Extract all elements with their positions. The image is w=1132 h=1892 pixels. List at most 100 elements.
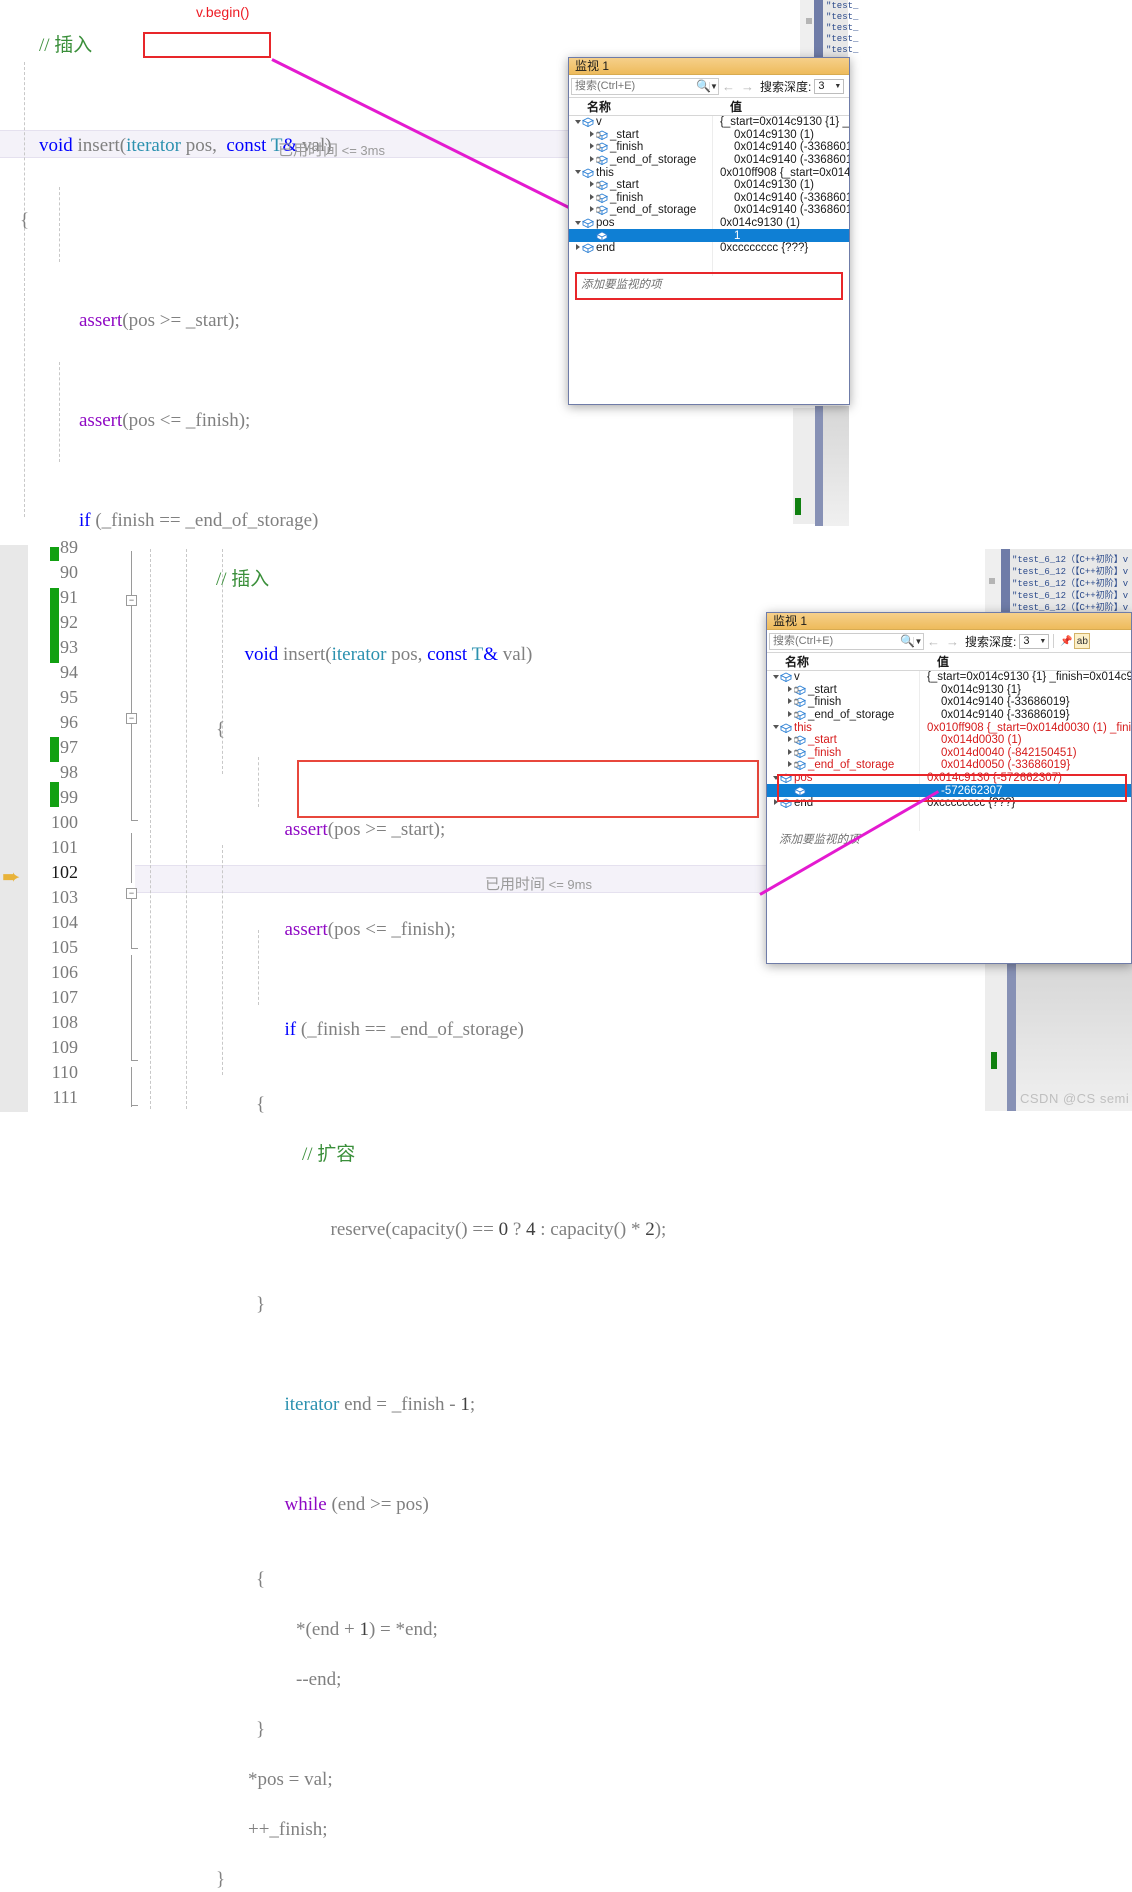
watch-row[interactable]: _start 0x014c9130 (1) bbox=[569, 179, 849, 192]
chevron-right-icon[interactable] bbox=[587, 130, 596, 139]
watch-row-value[interactable]: 0x010ff908 {_start=0x014c9130 bbox=[716, 167, 849, 179]
search-depth-select[interactable]: 3 ▼ bbox=[814, 78, 845, 94]
watch-row-value[interactable]: 0x014c9130 (1) bbox=[716, 217, 849, 229]
watch-search-box[interactable]: 🔍 ▼ bbox=[571, 77, 719, 95]
watch-row[interactable]: this 0x010ff908 {_start=0x014c9130 bbox=[569, 166, 849, 179]
chevron-right-icon[interactable] bbox=[785, 685, 794, 694]
chevron-down-icon[interactable] bbox=[573, 169, 582, 176]
watch-row-value[interactable]: 1 bbox=[730, 230, 849, 242]
watch-row-label: _start bbox=[610, 179, 639, 192]
watch-row[interactable]: _end_of_storage 0x014c9140 (-33686019) bbox=[569, 154, 849, 167]
struct-cube-icon bbox=[780, 672, 792, 683]
line-number: 95 bbox=[60, 687, 78, 707]
struct-lock-cube-icon bbox=[794, 710, 806, 721]
watch-row-value[interactable]: 0x014d0040 (-842150451) bbox=[937, 747, 1131, 759]
fold-toggle[interactable]: − bbox=[126, 888, 137, 899]
chevron-right-icon[interactable] bbox=[587, 206, 596, 214]
watch-row[interactable]: _start 0x014d0030 (1) bbox=[767, 734, 1131, 747]
search-depth-select[interactable]: 3 ▼ bbox=[1019, 633, 1050, 649]
watch-row[interactable]: _start 0x014c9130 (1) bbox=[569, 129, 849, 142]
arrow-left-icon[interactable]: ← bbox=[924, 634, 943, 649]
vertical-scrollbar-thumb[interactable] bbox=[1007, 961, 1016, 1111]
chevron-right-icon[interactable] bbox=[785, 711, 794, 719]
watch-rows-container[interactable]: v {_start=0x014c9130 {1} _finish=0x014c91… bbox=[767, 671, 1131, 831]
watch-window-bottom[interactable]: 监视 1 🔍 ▼ ← → 搜索深度: 3 ▼ 📌 ab 名称 值 v {_star… bbox=[766, 612, 1132, 964]
struct-lock-cube-icon bbox=[596, 180, 608, 191]
add-watch-row[interactable]: 添加要监视的项 bbox=[767, 831, 1131, 847]
chevron-down-icon[interactable]: ▼ bbox=[913, 636, 923, 646]
chevron-right-icon[interactable] bbox=[785, 748, 794, 757]
watch-row[interactable]: _finish 0x014c9140 (-33686019) bbox=[569, 141, 849, 154]
search-input[interactable] bbox=[770, 633, 900, 649]
watch-row-name-cell: this bbox=[569, 167, 716, 179]
watch-row-name-cell: _finish bbox=[767, 696, 937, 708]
watch-row-value[interactable]: 0x014c9130 (1) bbox=[730, 179, 849, 191]
watch-window-top[interactable]: 监视 1 🔍 ▼ ← → 搜索深度: 3 ▼ 名称 值 v {_start=0x0… bbox=[568, 57, 850, 405]
fold-toggle[interactable]: − bbox=[126, 713, 137, 724]
chevron-right-icon[interactable] bbox=[573, 244, 582, 252]
watch-row-value[interactable]: 0x014c9130 (1) bbox=[730, 129, 849, 141]
watch-rows-container[interactable]: v {_start=0x014c9130 {1} _finish=0 _start 0… bbox=[569, 116, 849, 276]
watch-row[interactable]: _end_of_storage 0x014c9140 (-33686019) bbox=[569, 204, 849, 217]
watch-row[interactable]: _end_of_storage 0x014c9140 {-33686019} bbox=[767, 709, 1131, 722]
watch-row-value[interactable]: 0x014d0050 (-33686019} bbox=[937, 759, 1131, 771]
watch-row-value[interactable]: {_start=0x014c9130 {1} _finish=0 bbox=[716, 116, 849, 128]
watch-row[interactable]: pos 0x014c9130 (1) bbox=[569, 217, 849, 230]
search-icon[interactable]: 🔍 bbox=[900, 634, 915, 648]
watch-row-value[interactable]: 0x014c9140 {-33686019} bbox=[937, 709, 1131, 721]
watch-row[interactable]: _finish 0x014d0040 (-842150451) bbox=[767, 747, 1131, 760]
struct-cube-icon bbox=[780, 723, 792, 733]
code-line: // 扩容 bbox=[302, 1144, 356, 1165]
chevron-down-icon[interactable]: ▼ bbox=[1039, 638, 1048, 645]
watch-row[interactable]: _start 0x014c9130 {1} bbox=[767, 684, 1131, 697]
chevron-right-icon[interactable] bbox=[587, 156, 596, 164]
watch-row-value[interactable]: 0x014c9140 (-33686019) bbox=[730, 154, 849, 166]
chevron-right-icon[interactable] bbox=[587, 181, 596, 189]
fold-toggle[interactable]: − bbox=[126, 595, 137, 606]
arrow-right-icon[interactable]: → bbox=[943, 634, 962, 649]
arrow-left-icon[interactable]: ← bbox=[719, 79, 738, 94]
watch-row-value[interactable]: 0x010ff908 {_start=0x014d0030 (1) _finis… bbox=[923, 722, 1131, 734]
watch-toolbar[interactable]: 🔍 ▼ ← → 搜索深度: 3 ▼ bbox=[569, 75, 849, 98]
chevron-down-icon[interactable] bbox=[771, 674, 780, 681]
watch-row[interactable]: this 0x010ff908 {_start=0x014d0030 (1) _f… bbox=[767, 721, 1131, 734]
chevron-right-icon[interactable] bbox=[587, 193, 596, 202]
hex-display-icon[interactable]: ab bbox=[1074, 633, 1091, 649]
struct-cube-icon bbox=[582, 243, 594, 254]
search-icon[interactable]: 🔍 bbox=[696, 79, 711, 93]
watch-row[interactable]: _finish 0x014c9140 {-33686019} bbox=[767, 696, 1131, 709]
watch-row[interactable]: _end_of_storage 0x014d0050 (-33686019} bbox=[767, 759, 1131, 772]
watch-row[interactable]: end 0xcccccccc {???} bbox=[569, 242, 849, 255]
chevron-down-icon[interactable]: ▼ bbox=[709, 81, 718, 91]
pin-icon[interactable]: 📌 bbox=[1058, 633, 1074, 649]
arrow-right-icon[interactable]: → bbox=[738, 79, 757, 94]
watch-row[interactable]: _finish 0x014c9140 (-33686019) bbox=[569, 192, 849, 205]
watch-row-value[interactable]: 0x014c9140 (-33686019) bbox=[730, 192, 849, 204]
vertical-scrollbar-thumb-top[interactable] bbox=[814, 0, 823, 60]
watch-row-name-cell: pos bbox=[569, 217, 716, 229]
chevron-right-icon[interactable] bbox=[785, 761, 794, 769]
watch-row-value[interactable]: 0x014d0030 (1) bbox=[937, 734, 1131, 746]
minimap-body bbox=[1016, 961, 1132, 1111]
chevron-right-icon[interactable] bbox=[785, 736, 794, 744]
watch-row-value[interactable]: {_start=0x014c9130 {1} _finish=0x014c914… bbox=[923, 671, 1131, 683]
watch-row-value[interactable]: 0x014c9140 (-33686019) bbox=[730, 204, 849, 216]
watch-row-value[interactable]: 0x014c9140 (-33686019) bbox=[730, 141, 849, 153]
watch-row[interactable]: v {_start=0x014c9130 {1} _finish=0x014c91… bbox=[767, 671, 1131, 684]
watch-row[interactable]: v {_start=0x014c9130 {1} _finish=0 bbox=[569, 116, 849, 129]
chevron-down-icon[interactable] bbox=[771, 724, 780, 731]
editor-left-gutter[interactable] bbox=[0, 545, 28, 1112]
chevron-down-icon[interactable]: ▼ bbox=[834, 83, 843, 90]
search-input[interactable] bbox=[572, 78, 696, 94]
chevron-down-icon[interactable] bbox=[573, 119, 582, 126]
chevron-right-icon[interactable] bbox=[785, 698, 794, 706]
chevron-right-icon[interactable] bbox=[587, 143, 596, 151]
chevron-down-icon[interactable] bbox=[573, 220, 582, 227]
watch-search-box[interactable]: 🔍 ▼ bbox=[769, 632, 924, 650]
vertical-scrollbar-thumb[interactable] bbox=[815, 406, 823, 526]
watch-row-value[interactable]: 0x014c9140 {-33686019} bbox=[937, 696, 1131, 708]
watch-row[interactable]: 1 bbox=[569, 229, 849, 242]
watch-row-value[interactable]: 0xcccccccc {???} bbox=[716, 242, 849, 254]
watch-toolbar[interactable]: 🔍 ▼ ← → 搜索深度: 3 ▼ 📌 ab bbox=[767, 630, 1131, 653]
watch-row-value[interactable]: 0x014c9130 {1} bbox=[937, 684, 1131, 696]
